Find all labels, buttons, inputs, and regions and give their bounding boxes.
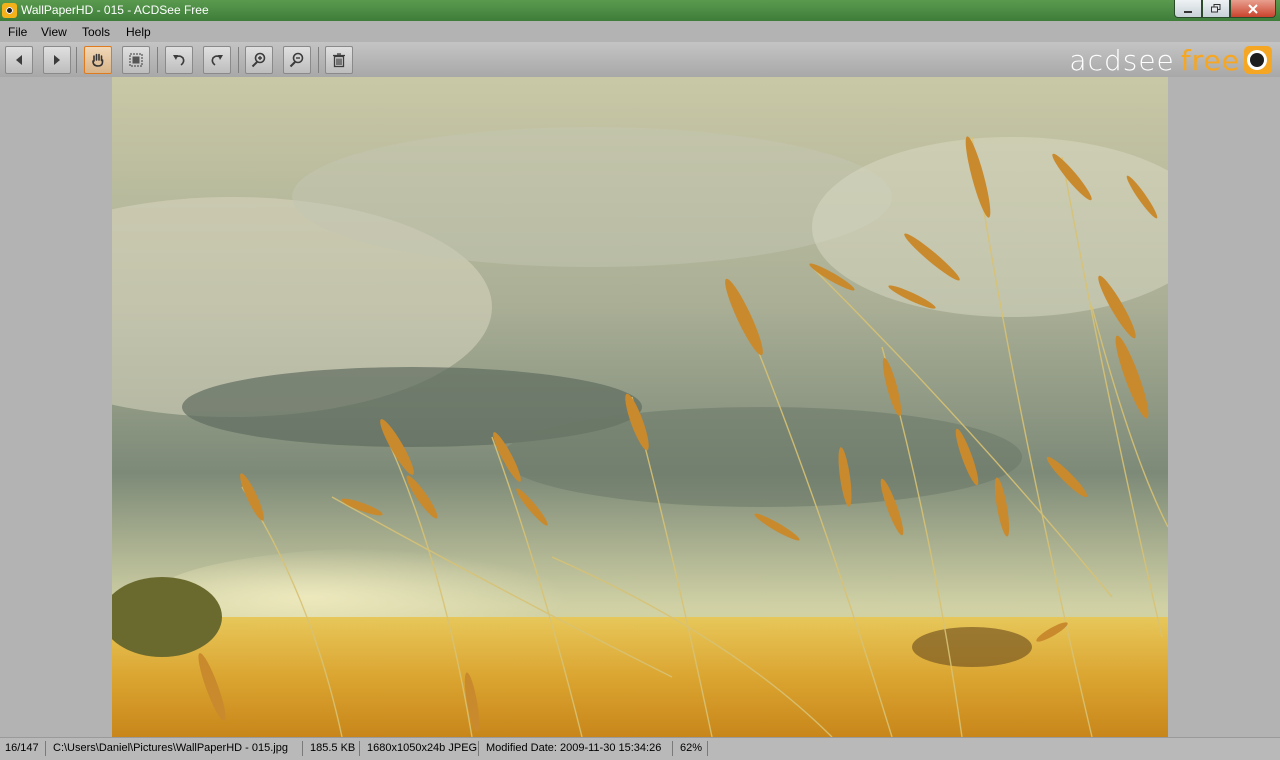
logo-text-main: acdsee	[1069, 43, 1175, 77]
status-separator	[302, 741, 303, 756]
status-bar: 16/147 C:\Users\Daniel\Pictures\WallPape…	[0, 737, 1280, 760]
window-controls	[1174, 0, 1276, 18]
status-file-size: 185.5 KB	[310, 742, 356, 754]
zoom-in-icon	[251, 52, 266, 68]
status-separator	[478, 741, 479, 756]
hand-icon	[92, 53, 104, 67]
menu-tools[interactable]: Tools	[82, 25, 110, 39]
menu-view[interactable]: View	[41, 25, 67, 39]
minimize-button[interactable]	[1174, 0, 1202, 18]
pan-hand-button[interactable]	[84, 46, 112, 74]
acdsee-app-icon[interactable]	[2, 3, 17, 18]
title-bar: WallPaperHD - 015 - ACDSee Free	[0, 0, 1280, 21]
restore-icon	[1211, 4, 1221, 13]
status-image-position: 16/147	[5, 742, 39, 754]
window-title: WallPaperHD - 015 - ACDSee Free	[21, 3, 209, 17]
select-button[interactable]	[122, 46, 150, 74]
previous-button[interactable]	[5, 46, 33, 74]
zoom-out-icon	[289, 52, 304, 68]
status-separator	[45, 741, 46, 756]
wheat-field-photo	[112, 77, 1168, 737]
zoom-in-button[interactable]	[245, 46, 273, 74]
delete-button[interactable]	[325, 46, 353, 74]
status-zoom-level: 62%	[680, 742, 703, 754]
toolbar-separator	[238, 47, 239, 73]
select-icon	[129, 53, 143, 67]
acdsee-free-logo: acdsee free	[1069, 43, 1272, 77]
menu-file[interactable]: File	[8, 25, 27, 39]
close-button[interactable]	[1230, 0, 1276, 18]
rotate-right-button[interactable]	[203, 46, 231, 74]
restore-button[interactable]	[1202, 0, 1230, 18]
camera-logo-icon	[1244, 46, 1272, 74]
next-button[interactable]	[43, 46, 71, 74]
minimize-icon	[1184, 10, 1192, 13]
status-separator	[672, 741, 673, 756]
menu-bar: File View Tools Help	[0, 21, 1280, 42]
arrow-left-icon	[16, 55, 22, 65]
rotate-left-button[interactable]	[165, 46, 193, 74]
toolbar-separator	[76, 47, 77, 73]
status-dimensions: 1680x1050x24b JPEG	[367, 742, 478, 754]
image-viewer[interactable]	[0, 77, 1280, 737]
status-file-path: C:\Users\Daniel\Pictures\WallPaperHD - 0…	[53, 742, 288, 754]
status-modified-date: Modified Date: 2009-11-30 15:34:26	[486, 742, 662, 754]
displayed-photo[interactable]	[112, 77, 1168, 737]
logo-text-accent: free	[1180, 43, 1240, 77]
rotate-left-icon	[173, 55, 185, 66]
arrow-right-icon	[54, 55, 60, 65]
status-separator	[359, 741, 360, 756]
menu-help[interactable]: Help	[126, 25, 151, 39]
trash-icon	[333, 53, 345, 68]
toolbar-separator	[318, 47, 319, 73]
zoom-out-button[interactable]	[283, 46, 311, 74]
rotate-right-icon	[211, 55, 223, 66]
status-separator	[707, 741, 708, 756]
close-icon	[1248, 3, 1258, 14]
toolbar-separator	[157, 47, 158, 73]
